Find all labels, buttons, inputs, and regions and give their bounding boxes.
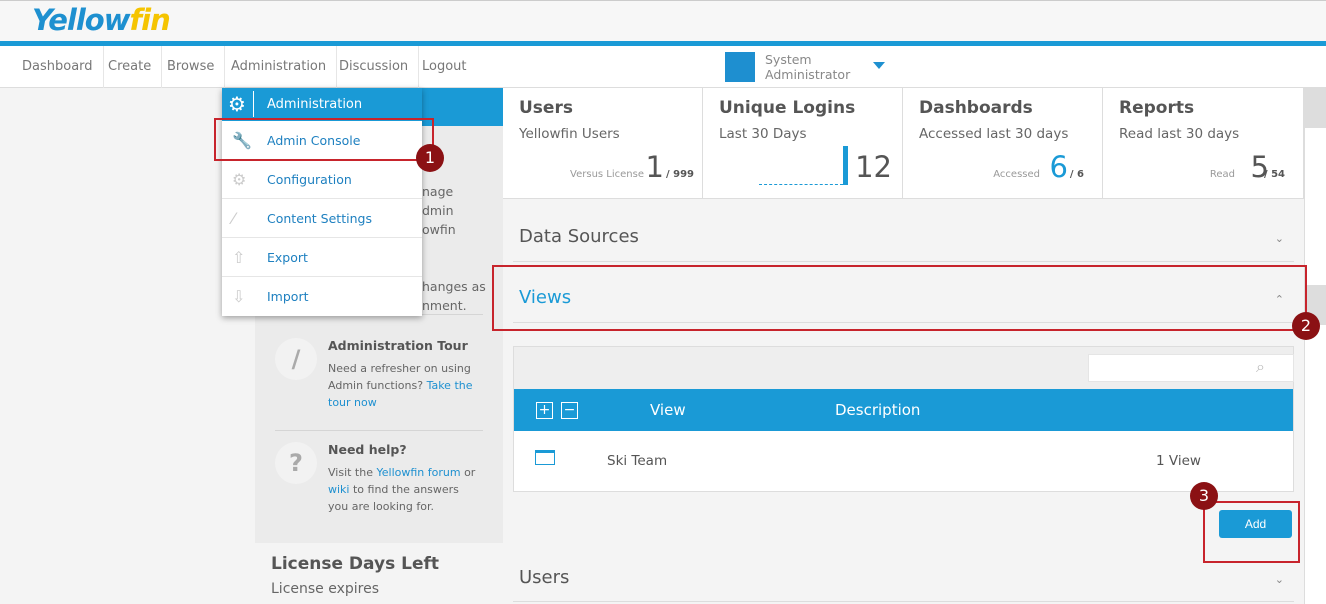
- annotation-box-1: [214, 118, 434, 161]
- help-title: Need help?: [328, 442, 407, 457]
- panel-text: hanges as: [422, 279, 486, 294]
- gear-icon: ⚙: [228, 91, 254, 117]
- nav-logout[interactable]: Logout: [412, 46, 477, 88]
- card-value: 1: [645, 150, 664, 184]
- chevron-down-icon[interactable]: ⌄: [1275, 232, 1284, 245]
- annotation-badge-1: 1: [416, 144, 444, 172]
- gear-icon: ⚙: [232, 170, 247, 189]
- panel-text: owfin: [422, 222, 456, 237]
- card-label: Versus License: [570, 169, 644, 180]
- chevron-down-icon[interactable]: [873, 62, 885, 69]
- card-total: / 6: [1069, 169, 1084, 180]
- card-label: Read: [1209, 169, 1235, 180]
- card-sub: Yellowfin Users: [519, 126, 620, 142]
- annotation-box-2: [492, 265, 1307, 331]
- right-panel: [1304, 88, 1326, 604]
- card-title: Dashboards: [919, 98, 1033, 118]
- user-menu[interactable]: System Administrator: [725, 52, 895, 84]
- section-users[interactable]: Users ⌄: [513, 553, 1294, 602]
- nav-discussion[interactable]: Discussion: [329, 46, 420, 88]
- compass-icon: /: [275, 338, 317, 380]
- license-sub: License expires: [271, 581, 380, 597]
- menu-item-import[interactable]: ⇩ Import: [222, 277, 422, 316]
- upload-icon: ⇧: [232, 248, 246, 267]
- card-label: Accessed: [993, 169, 1040, 180]
- card-value: 6: [1049, 150, 1068, 184]
- license-title: License Days Left: [271, 554, 439, 574]
- menu-item-export[interactable]: ⇧ Export: [222, 238, 422, 277]
- column-view[interactable]: View: [650, 401, 686, 419]
- annotation-badge-3: 3: [1190, 482, 1218, 510]
- user-name: System: [765, 52, 812, 67]
- table-toolbar: ⌕: [514, 347, 1294, 389]
- sparkline-bar: [843, 146, 848, 185]
- main-nav: Dashboard Create Browse Administration D…: [0, 46, 1326, 88]
- card-title: Reports: [1119, 98, 1195, 118]
- sparkline-baseline: [759, 184, 843, 185]
- annotation-badge-2: 2: [1292, 312, 1320, 340]
- folder-icon: [535, 450, 555, 465]
- license-card: License Days Left License expires: [255, 543, 503, 604]
- download-icon: ⇩: [232, 287, 246, 306]
- menu-item-configuration[interactable]: ⚙ Configuration: [222, 160, 422, 199]
- search-icon[interactable]: ⌕: [1256, 357, 1265, 377]
- user-role: Administrator: [765, 67, 851, 82]
- card-sub: Accessed last 30 days: [919, 126, 1069, 142]
- card-sub: Read last 30 days: [1119, 126, 1240, 142]
- card-sub: Last 30 Days: [719, 126, 807, 142]
- dropdown-header: ⚙ Administration: [222, 88, 422, 121]
- tour-title: Administration Tour: [328, 338, 468, 353]
- nav-administration[interactable]: Administration: [221, 46, 338, 88]
- yellowfin-logo[interactable]: Yellowfin: [32, 3, 171, 37]
- forum-link[interactable]: Yellowfin forum: [377, 466, 461, 479]
- chevron-down-icon[interactable]: ⌄: [1275, 573, 1284, 586]
- panel-text: dmin: [422, 203, 454, 218]
- column-description[interactable]: Description: [835, 401, 920, 419]
- help-text: Visit the: [328, 466, 377, 479]
- nav-browse[interactable]: Browse: [157, 46, 226, 88]
- nav-dashboard[interactable]: Dashboard: [12, 46, 104, 88]
- expand-all-icon[interactable]: +: [536, 402, 553, 419]
- collapse-all-icon[interactable]: −: [561, 402, 578, 419]
- table-header: + − View Description: [514, 389, 1293, 431]
- annotation-box-3: [1203, 501, 1300, 563]
- view-name[interactable]: Ski Team: [607, 453, 667, 469]
- stat-card-unique-logins[interactable]: Unique Logins Last 30 Days 12: [703, 88, 903, 199]
- nav-create[interactable]: Create: [98, 46, 163, 88]
- card-total: / 54: [1263, 169, 1285, 180]
- section-data-sources[interactable]: Data Sources ⌄: [513, 212, 1294, 262]
- card-total: / 999: [665, 169, 694, 180]
- panel-text: nment.: [422, 298, 467, 313]
- stat-card-dashboards[interactable]: Dashboards Accessed last 30 days Accesse…: [903, 88, 1103, 199]
- avatar: [725, 52, 755, 82]
- brush-icon: ⁄: [232, 209, 235, 228]
- view-count: 1 View: [1156, 453, 1201, 469]
- menu-item-content-settings[interactable]: ⁄ Content Settings: [222, 199, 422, 238]
- views-table: ⌕ + − View Description Ski Team 1 View: [513, 346, 1294, 492]
- help-text: or: [460, 466, 476, 479]
- panel-text: nage: [422, 184, 454, 199]
- card-value: 12: [855, 150, 892, 184]
- table-row[interactable]: Ski Team 1 View: [514, 431, 1293, 491]
- question-icon: ?: [275, 442, 317, 484]
- header: Yellowfin: [0, 0, 1326, 41]
- card-title: Users: [519, 98, 573, 118]
- stat-card-users[interactable]: Users Yellowfin Users Versus License 1 /…: [503, 88, 703, 199]
- card-title: Unique Logins: [719, 98, 856, 118]
- stat-card-reports[interactable]: Reports Read last 30 days Read 5 / 54: [1103, 88, 1304, 199]
- wiki-link[interactable]: wiki: [328, 483, 349, 496]
